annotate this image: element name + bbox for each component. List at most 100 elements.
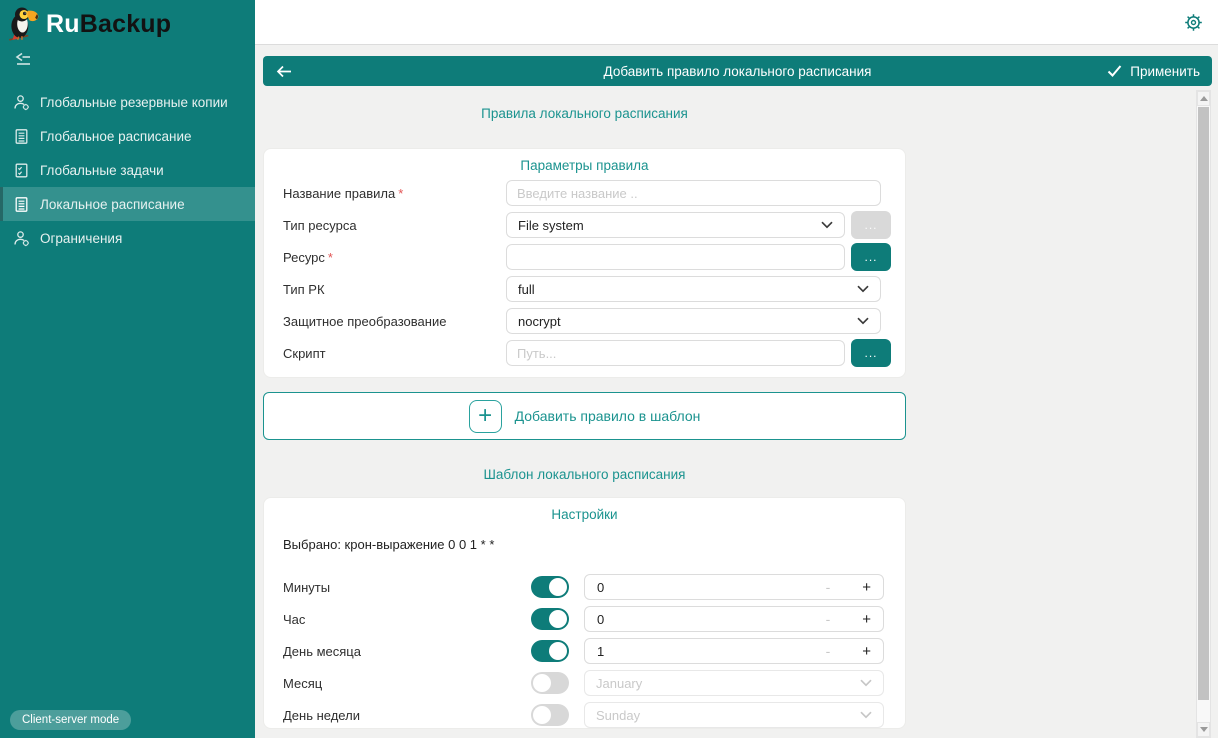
toggle-knob [533, 674, 551, 692]
form-titlebar: Добавить правило локального расписания П… [263, 56, 1212, 86]
schedule-settings-card: Настройки Выбрано: крон-выражение 0 0 1 … [263, 497, 906, 729]
sidebar-item-label: Глобальные резервные копии [40, 95, 228, 110]
apply-button[interactable]: Применить [1107, 64, 1200, 79]
required-mark: * [328, 250, 333, 265]
script-path-input[interactable] [506, 340, 845, 366]
backup-type-select[interactable]: full [506, 276, 881, 302]
day-of-month-stepper[interactable]: 1 - + [584, 638, 884, 664]
month-toggle[interactable] [531, 672, 569, 694]
sidebar-item-restrictions[interactable]: Ограничения [0, 221, 255, 255]
stepper-value: 1 [597, 644, 826, 659]
toggle-knob [549, 642, 567, 660]
field-label: Час [283, 612, 531, 627]
sidebar-item-global-schedule[interactable]: Глобальное расписание [0, 119, 255, 153]
month-select: January [584, 670, 884, 696]
settings-row-day-of-week: День недели Sunday [283, 702, 884, 728]
script-browse-button[interactable]: ... [851, 339, 891, 367]
decrement-button[interactable]: - [826, 579, 831, 595]
vertical-scrollbar[interactable] [1196, 90, 1211, 738]
day-of-week-select: Sunday [584, 702, 884, 728]
chevron-down-icon [860, 711, 872, 719]
settings-gear-icon[interactable] [1184, 13, 1203, 32]
field-label: Минуты [283, 580, 531, 595]
main-area: Добавить правило локального расписания П… [255, 46, 1218, 738]
resource-browse-button[interactable]: ... [851, 243, 891, 271]
brand-text: RuBackup [46, 12, 171, 37]
field-label: Ресурс* [283, 250, 506, 265]
back-arrow-icon [275, 65, 293, 78]
stepper-value: 0 [597, 612, 826, 627]
rubackup-app: RuBackup Глобальные резервные копии Глоб… [0, 0, 1218, 738]
minutes-toggle[interactable] [531, 576, 569, 598]
resource-input[interactable] [506, 244, 845, 270]
section-title-template: Шаблон локального расписания [263, 467, 906, 485]
add-rule-to-template-button[interactable]: + Добавить правило в шаблон [263, 392, 906, 440]
sidebar-item-global-tasks[interactable]: Глобальные задачи [0, 153, 255, 187]
user-gear-icon [13, 94, 30, 111]
toggle-knob [533, 706, 551, 724]
form-row-resource: Ресурс* ... [283, 244, 881, 270]
decrement-button[interactable]: - [826, 611, 831, 627]
increment-button[interactable]: + [862, 611, 871, 628]
chevron-down-icon [857, 317, 869, 325]
increment-button[interactable]: + [862, 643, 871, 660]
logo: RuBackup [0, 0, 255, 44]
sidebar-item-label: Глобальное расписание [40, 129, 192, 144]
field-label: Тип ресурса [283, 218, 506, 233]
collapse-sidebar-icon[interactable] [14, 52, 32, 67]
sidebar-item-local-schedule[interactable]: Локальное расписание [0, 187, 255, 221]
cron-expression-text: Выбрано: крон-выражение 0 0 1 * * [283, 537, 905, 555]
field-label: Месяц [283, 676, 531, 691]
toucan-logo-icon [6, 5, 40, 43]
field-label: Скрипт [283, 346, 506, 361]
scroll-down-icon [1200, 727, 1208, 732]
field-label: День месяца [283, 644, 531, 659]
settings-row-month: Месяц January [283, 670, 884, 696]
required-mark: * [398, 186, 403, 201]
settings-row-minutes: Минуты 0 - + [283, 574, 884, 600]
scroll-up-button[interactable] [1197, 91, 1210, 106]
field-label: Защитное преобразование [283, 314, 506, 329]
document-list-icon [13, 196, 30, 213]
toggle-knob [549, 610, 567, 628]
back-button[interactable] [275, 59, 301, 83]
resource-type-select[interactable]: File system [506, 212, 845, 238]
field-label: Тип РК [283, 282, 506, 297]
form-row-rule-name: Название правила* [283, 180, 881, 206]
sidebar-item-label: Локальное расписание [40, 197, 185, 212]
user-gear-icon [13, 230, 30, 247]
scrollbar-track[interactable] [1197, 106, 1210, 722]
topbar [255, 0, 1218, 45]
sidebar-item-global-backups[interactable]: Глобальные резервные копии [0, 85, 255, 119]
stepper-value: 0 [597, 580, 826, 595]
rule-parameters-card: Параметры правила Название правила* Тип … [263, 148, 906, 378]
day-of-week-toggle[interactable] [531, 704, 569, 726]
scrollbar-thumb[interactable] [1198, 107, 1209, 700]
check-icon [1107, 65, 1122, 77]
document-list-icon [13, 128, 30, 145]
increment-button[interactable]: + [862, 579, 871, 596]
card-title: Параметры правила [264, 149, 905, 180]
field-label: Название правила* [283, 186, 506, 201]
plus-icon: + [469, 400, 502, 433]
hour-toggle[interactable] [531, 608, 569, 630]
mode-badge: Client-server mode [10, 710, 131, 730]
sidebar: RuBackup Глобальные резервные копии Глоб… [0, 0, 255, 738]
chevron-down-icon [860, 679, 872, 687]
crypt-select[interactable]: nocrypt [506, 308, 881, 334]
hour-stepper[interactable]: 0 - + [584, 606, 884, 632]
card-title: Настройки [264, 498, 905, 529]
form-row-resource-type: Тип ресурса File system ... [283, 212, 881, 238]
resource-type-more-button: ... [851, 211, 891, 239]
task-list-icon [13, 162, 30, 179]
minutes-stepper[interactable]: 0 - + [584, 574, 884, 600]
form-row-backup-type: Тип РК full [283, 276, 881, 302]
content-column: Правила локального расписания Параметры … [263, 101, 906, 729]
sidebar-item-label: Ограничения [40, 231, 122, 246]
rule-name-input[interactable] [506, 180, 881, 206]
scroll-down-button[interactable] [1197, 722, 1210, 737]
sidebar-item-label: Глобальные задачи [40, 163, 164, 178]
decrement-button[interactable]: - [826, 643, 831, 659]
day-of-month-toggle[interactable] [531, 640, 569, 662]
chevron-down-icon [821, 221, 833, 229]
